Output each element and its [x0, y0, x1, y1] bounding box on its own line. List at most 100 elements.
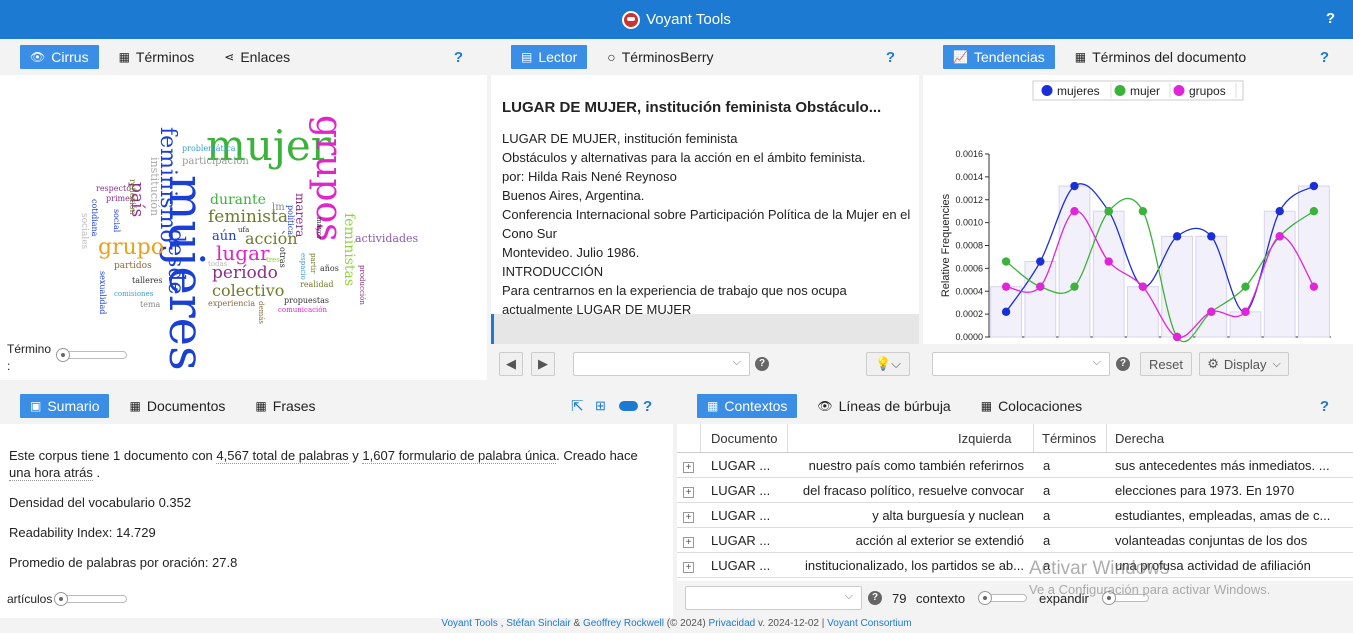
tab-tendencias[interactable]: 📈 Tendencias: [943, 45, 1055, 69]
data-point[interactable]: [1172, 332, 1182, 342]
data-point[interactable]: [1309, 282, 1319, 291]
cloud-word[interactable]: lm: [272, 203, 285, 213]
slider-handle[interactable]: [978, 591, 992, 605]
data-point[interactable]: [1138, 282, 1148, 291]
cloud-word[interactable]: producción: [358, 265, 366, 305]
cloud-word[interactable]: ufa: [238, 227, 249, 234]
data-point[interactable]: [1207, 307, 1216, 317]
cloud-word[interactable]: durante: [210, 193, 266, 207]
plus-icon[interactable]: +: [683, 486, 694, 498]
legend-marker[interactable]: [1114, 85, 1126, 96]
tab-enlaces[interactable]: ⋖ Enlaces: [214, 45, 300, 69]
lightbulb-button[interactable]: 💡⌵: [866, 352, 910, 376]
toggle-icon[interactable]: [619, 401, 638, 411]
data-point[interactable]: [1070, 181, 1079, 191]
data-point[interactable]: [1275, 206, 1284, 216]
data-point[interactable]: [1309, 206, 1319, 216]
cirrus-term-slider[interactable]: [56, 348, 127, 362]
expand-cell[interactable]: +: [677, 483, 701, 498]
cloud-word[interactable]: comisiones: [114, 291, 153, 298]
unique-words-link[interactable]: 1,607 formulario de palabra única: [362, 448, 557, 464]
next-button[interactable]: ▶: [531, 352, 555, 376]
table-row[interactable]: + LUGAR ... nuestro país como también re…: [677, 453, 1353, 478]
cloud-word[interactable]: reflexión: [128, 179, 137, 215]
footer-privacy-link[interactable]: Privacidad: [709, 618, 756, 629]
cloud-word[interactable]: experiencia: [208, 300, 255, 308]
data-point[interactable]: [1036, 282, 1045, 291]
legend-marker[interactable]: [1173, 85, 1185, 96]
data-point[interactable]: [1001, 282, 1011, 291]
cloud-word[interactable]: demás: [257, 301, 265, 324]
header-derecha[interactable]: Derecha: [1107, 424, 1353, 452]
cloud-word[interactable]: participación: [182, 157, 249, 167]
footer-sinclair-link[interactable]: Stéfan Sinclair: [506, 618, 570, 629]
tab-colocaciones[interactable]: ▦ Colocaciones: [971, 394, 1092, 418]
data-point[interactable]: [1070, 206, 1079, 216]
cloud-word[interactable]: años: [320, 265, 339, 273]
summary-help-icon[interactable]: ?: [643, 398, 652, 415]
expand-cell[interactable]: +: [677, 533, 701, 548]
trends-search-combo[interactable]: ⌵: [932, 352, 1110, 376]
plus-icon[interactable]: +: [683, 511, 694, 523]
cloud-word[interactable]: social: [112, 209, 121, 232]
header-terminos[interactable]: Términos: [1034, 424, 1107, 452]
legend-marker[interactable]: [1041, 85, 1053, 96]
cloud-word[interactable]: desde: [163, 229, 188, 295]
data-point[interactable]: [1207, 232, 1216, 241]
tab-documentos[interactable]: ▦ Documentos: [119, 394, 235, 418]
export-icon[interactable]: ⇱: [571, 397, 584, 415]
cloud-word[interactable]: feministas: [341, 213, 357, 286]
cloud-word[interactable]: sociales: [79, 213, 89, 249]
data-point[interactable]: [1138, 206, 1148, 216]
header-izquierda[interactable]: Izquierda: [788, 424, 1034, 452]
cloud-word[interactable]: actividades: [355, 233, 418, 244]
legend-label[interactable]: grupos: [1189, 84, 1226, 98]
windows-icon[interactable]: ⊞: [595, 398, 606, 414]
articles-slider[interactable]: [54, 592, 127, 606]
legend-label[interactable]: mujeres: [1057, 84, 1100, 98]
cloud-word[interactable]: talleres: [132, 277, 163, 285]
tab-terminosberry[interactable]: ○ TérminosBerry: [597, 45, 723, 69]
plus-icon[interactable]: +: [683, 461, 694, 473]
cloud-word[interactable]: comunicación: [278, 307, 327, 314]
tab-cirrus[interactable]: 👁 Cirrus: [20, 45, 99, 69]
tab-lineas-burbuja[interactable]: 👁 Líneas de búrbuja: [807, 394, 960, 418]
data-point[interactable]: [1275, 232, 1284, 241]
cloud-word[interactable]: todas: [208, 261, 227, 268]
question-icon[interactable]: ?: [1116, 357, 1130, 371]
header-documento[interactable]: Documento: [701, 424, 788, 452]
slider-handle[interactable]: [56, 348, 70, 362]
cloud-word[interactable]: realidad: [300, 281, 333, 289]
cloud-word[interactable]: partidos: [114, 262, 152, 271]
cirrus-help-icon[interactable]: ?: [454, 49, 463, 66]
data-point[interactable]: [1104, 206, 1113, 216]
data-point[interactable]: [1104, 257, 1113, 266]
footer-voyant-link[interactable]: Voyant Tools: [441, 618, 498, 629]
cloud-word[interactable]: partir: [309, 253, 317, 273]
tab-lector[interactable]: ▤ Lector: [511, 45, 588, 69]
cloud-word[interactable]: propuestas: [284, 297, 329, 305]
total-words-link[interactable]: 4,567 total de palabras: [216, 448, 349, 464]
reader-progress-bar[interactable]: [491, 314, 919, 344]
legend-label[interactable]: mujer: [1130, 84, 1160, 98]
plus-icon[interactable]: +: [683, 536, 694, 548]
cloud-word[interactable]: política: [286, 205, 295, 235]
contexts-help-icon[interactable]: ?: [1320, 398, 1329, 415]
table-row[interactable]: + LUGAR ... del fracaso político, resuel…: [677, 478, 1353, 503]
cloud-word[interactable]: grupo: [98, 237, 164, 259]
data-point[interactable]: [1036, 257, 1045, 266]
data-point[interactable]: [1001, 307, 1011, 317]
tab-terminos[interactable]: ▦ Términos: [109, 45, 205, 69]
expand-cell[interactable]: +: [677, 558, 701, 573]
cloud-word[interactable]: institución: [148, 157, 161, 216]
plus-icon[interactable]: +: [683, 561, 694, 573]
app-help-icon[interactable]: ?: [1326, 10, 1335, 27]
expand-cell[interactable]: +: [677, 458, 701, 473]
cloud-word[interactable]: espacio: [299, 253, 307, 280]
cloud-word[interactable]: marera: [293, 193, 307, 237]
cloud-word[interactable]: sexualidad: [98, 271, 107, 314]
prev-button[interactable]: ◀: [499, 352, 523, 376]
question-icon[interactable]: ?: [868, 591, 882, 605]
table-row[interactable]: + LUGAR ... acción al exterior se extend…: [677, 528, 1353, 553]
cloud-word[interactable]: tema: [140, 301, 160, 309]
